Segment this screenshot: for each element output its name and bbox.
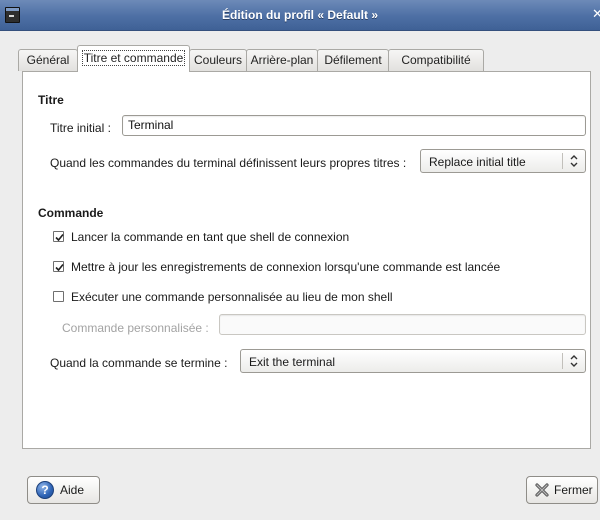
dynamic-title-label: Quand les commandes du terminal définiss… — [50, 156, 407, 170]
custom-command-check-label: Exécuter une commande personnalisée au l… — [71, 290, 393, 304]
initial-title-label: Titre initial : — [50, 121, 111, 135]
custom-command-label: Commande personnalisée : — [62, 321, 209, 335]
window-close-icon[interactable]: ✕ — [592, 6, 600, 22]
up-down-arrows-icon — [570, 155, 578, 167]
exit-action-label: Quand la commande se termine : — [50, 356, 228, 370]
dynamic-title-value: Replace initial title — [429, 155, 526, 169]
update-records-label: Mettre à jour les enregistrements de con… — [71, 260, 501, 274]
tab-colors[interactable]: Couleurs — [189, 49, 247, 71]
profile-editor-window: Édition du profil « Default » ✕ Général … — [0, 0, 600, 520]
help-button-label: Aide — [60, 483, 85, 497]
help-icon: ? — [36, 481, 54, 499]
login-shell-label: Lancer la commande en tant que shell de … — [71, 230, 350, 244]
tab-colors-label: Couleurs — [193, 53, 243, 67]
login-shell-checkbox[interactable] — [53, 231, 64, 242]
update-records-checkbox[interactable] — [53, 261, 64, 272]
help-button[interactable]: ? Aide — [27, 476, 100, 504]
tab-compatibility[interactable]: Compatibilité — [388, 49, 484, 71]
tab-general[interactable]: Général — [18, 49, 78, 71]
tab-title-command[interactable]: Titre et commande — [77, 45, 190, 72]
tab-background[interactable]: Arrière-plan — [246, 49, 318, 71]
tab-scrolling[interactable]: Défilement — [317, 49, 389, 71]
dynamic-title-combo[interactable]: Replace initial title — [420, 149, 586, 173]
initial-title-input[interactable]: Terminal — [122, 115, 586, 136]
custom-command-input[interactable] — [219, 314, 586, 335]
custom-command-checkbox[interactable] — [53, 291, 64, 302]
exit-action-combo[interactable]: Exit the terminal — [240, 349, 586, 373]
tab-general-label: Général — [26, 53, 70, 67]
tab-title-command-label: Titre et commande — [81, 50, 186, 66]
tab-panel: Titre Titre initial : Terminal Quand les… — [22, 71, 591, 449]
close-button-label: Fermer — [554, 483, 593, 497]
tab-background-label: Arrière-plan — [250, 53, 314, 67]
close-button[interactable]: Fermer — [526, 476, 598, 504]
close-icon — [535, 483, 549, 497]
tab-scrolling-label: Défilement — [324, 53, 382, 67]
exit-action-value: Exit the terminal — [249, 355, 336, 369]
window-title: Édition du profil « Default » — [222, 8, 378, 22]
title-bar[interactable]: Édition du profil « Default » ✕ — [0, 0, 600, 31]
tab-compatibility-label: Compatibilité — [401, 53, 471, 67]
section-title-heading: Titre — [38, 93, 64, 107]
section-command-heading: Commande — [38, 206, 104, 220]
up-down-arrows-icon — [570, 355, 578, 367]
